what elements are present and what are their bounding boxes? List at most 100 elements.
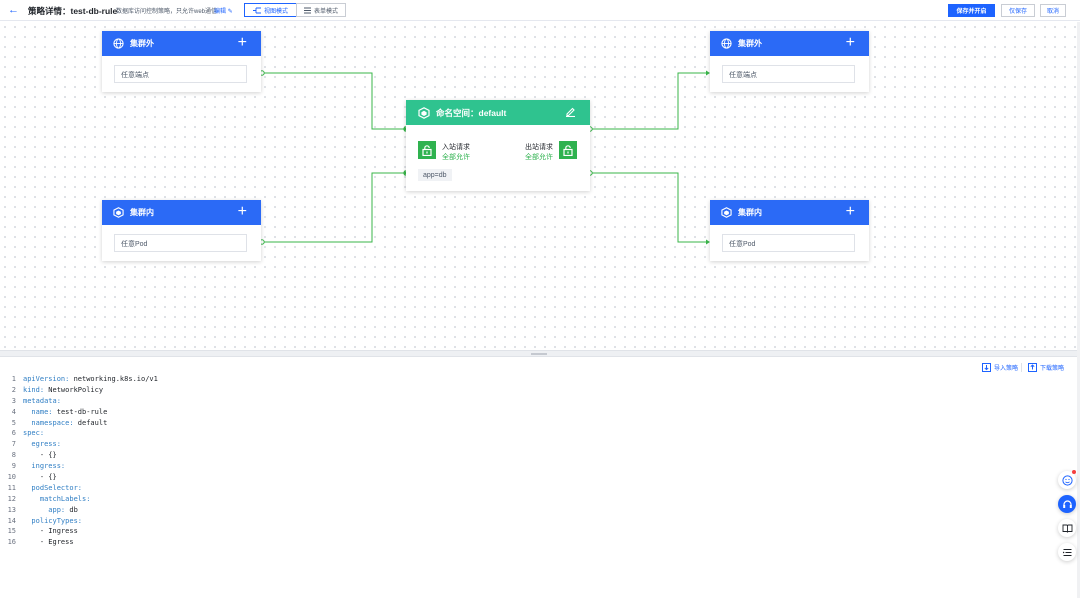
globe-icon — [113, 38, 124, 49]
line-number: 16 — [7, 538, 16, 547]
back-arrow-icon[interactable]: ← — [8, 4, 19, 16]
drag-grip-icon — [531, 353, 547, 355]
cube-icon — [113, 207, 124, 218]
code-line: 16 - Egress — [0, 537, 158, 548]
line-number: 13 — [7, 505, 16, 514]
list-icon — [1062, 548, 1071, 556]
code-line: 9 ingress: — [0, 461, 158, 472]
code-line: 8 - {} — [0, 450, 158, 461]
yaml-value: - Egress — [23, 538, 74, 547]
yaml-key: kind: — [23, 385, 45, 394]
endpoint-field[interactable]: 任意端点 — [722, 65, 855, 83]
policy-graph-canvas[interactable]: 集群外 + 任意端点 集群内 + 任意Pod 集群外 + 任意端点 集群内 + … — [0, 22, 1080, 350]
cube-icon — [721, 207, 732, 218]
code-line: 14 policyTypes: — [0, 516, 158, 527]
save-only-button[interactable]: 仅保存 — [1001, 4, 1035, 17]
cube-icon — [418, 106, 430, 119]
list-icon — [303, 7, 311, 13]
node-header: 集群内 + — [710, 200, 869, 225]
yaml-value: - Ingress — [23, 527, 78, 536]
edit-icon[interactable] — [565, 106, 576, 119]
node-title: 集群内 — [130, 208, 154, 217]
code-line: 4 name: test-db-rule — [0, 407, 158, 418]
ingress-lock-icon[interactable] — [418, 141, 436, 159]
add-icon[interactable]: + — [238, 204, 247, 220]
yaml-key: spec: — [23, 429, 45, 438]
yaml-value: db — [65, 505, 78, 514]
source-node-inside-cluster[interactable]: 集群内 + 任意Pod — [102, 200, 261, 261]
yaml-value: - {} — [23, 451, 57, 460]
form-mode-toggle[interactable]: 表单模式 — [296, 3, 346, 17]
view-mode-label: 视图模式 — [263, 8, 288, 15]
pod-field[interactable]: 任意Pod — [722, 234, 855, 252]
node-title: 集群外 — [738, 39, 762, 48]
namespace-header: 命名空间：default — [406, 100, 590, 125]
yaml-key: podSelector: — [23, 483, 83, 492]
node-header: 集群内 + — [102, 200, 261, 225]
download-policy-button[interactable]: 下载策略 — [1028, 363, 1064, 372]
code-line: 15 - Ingress — [0, 526, 158, 537]
endpoint-field[interactable]: 任意端点 — [114, 65, 247, 83]
flow-icon — [252, 7, 261, 13]
docs-button[interactable] — [1058, 519, 1076, 537]
line-number: 12 — [7, 494, 16, 503]
ingress-value: 全部允许 — [442, 154, 470, 161]
form-mode-label: 表单模式 — [313, 8, 338, 15]
source-node-outside-cluster[interactable]: 集群外 + 任意端点 — [102, 31, 261, 92]
book-icon — [1062, 524, 1072, 533]
code-line: 13 app: db — [0, 505, 158, 516]
yaml-value: NetworkPolicy — [44, 385, 104, 394]
yaml-editor[interactable]: 导入策略 下载策略 1 apiVersion: networking.k8s.io… — [0, 357, 1080, 598]
yaml-code[interactable]: 1 apiVersion: networking.k8s.io/v1 2 kind:… — [0, 374, 158, 548]
line-number: 10 — [7, 473, 16, 482]
line-number: 1 — [11, 375, 16, 383]
egress-label: 出站请求 — [525, 144, 553, 151]
toolbar-divider — [1021, 363, 1022, 372]
target-node-outside-cluster[interactable]: 集群外 + 任意端点 — [710, 31, 869, 92]
add-icon[interactable]: + — [846, 204, 855, 220]
yaml-value: test-db-rule — [52, 407, 108, 416]
yaml-key: metadata: — [23, 396, 61, 405]
code-line: 2 kind: NetworkPolicy — [0, 385, 158, 396]
line-number: 11 — [7, 483, 16, 492]
line-number: 8 — [11, 451, 16, 460]
egress-lock-icon[interactable] — [559, 141, 577, 159]
yaml-value: networking.k8s.io/v1 — [69, 375, 158, 383]
edit-description-link[interactable]: 编辑 ✎ — [214, 6, 233, 15]
view-mode-toggle[interactable]: 视图模式 — [244, 3, 297, 17]
namespace-title: 命名空间：default — [436, 107, 507, 118]
yaml-key: matchLabels: — [23, 494, 91, 503]
menu-button[interactable] — [1058, 543, 1076, 561]
yaml-key: namespace: — [23, 418, 74, 427]
line-number: 3 — [11, 396, 16, 405]
ingress-label: 入站请求 — [442, 144, 470, 151]
code-line: 3 metadata: — [0, 396, 158, 407]
notification-dot — [1072, 470, 1076, 474]
import-icon — [982, 363, 991, 372]
code-line: 10 - {} — [0, 472, 158, 483]
page-header: ← 策略详情：test-db-rule 数据库访问控制策略，只允许web通信 编… — [0, 0, 1080, 21]
yaml-key: name: — [23, 407, 53, 416]
pod-field[interactable]: 任意Pod — [114, 234, 247, 252]
pencil-icon: ✎ — [227, 9, 233, 15]
headset-icon — [1062, 499, 1072, 508]
node-header: 集群外 + — [710, 31, 869, 56]
panel-resize-handle[interactable] — [0, 350, 1080, 357]
target-node-inside-cluster[interactable]: 集群内 + 任意Pod — [710, 200, 869, 261]
code-line: 5 namespace: default — [0, 418, 158, 429]
code-line: 12 matchLabels: — [0, 494, 158, 505]
cancel-button[interactable]: 取消 — [1040, 4, 1066, 17]
add-icon[interactable]: + — [238, 35, 247, 51]
yaml-value: default — [73, 418, 108, 427]
save-and-enable-button[interactable]: 保存并开启 — [948, 4, 995, 17]
yaml-key: egress: — [23, 440, 61, 449]
node-header: 集群外 + — [102, 31, 261, 56]
namespace-node[interactable]: 命名空间：default 入站请求 全部允许 出站请求 全部允许 app=db — [406, 100, 590, 191]
support-button[interactable] — [1058, 495, 1076, 513]
yaml-value: - {} — [23, 473, 57, 482]
line-number: 6 — [11, 429, 16, 438]
import-policy-button[interactable]: 导入策略 — [982, 363, 1018, 372]
add-icon[interactable]: + — [846, 35, 855, 51]
node-title: 集群外 — [130, 39, 154, 48]
code-line: 6 spec: — [0, 428, 158, 439]
